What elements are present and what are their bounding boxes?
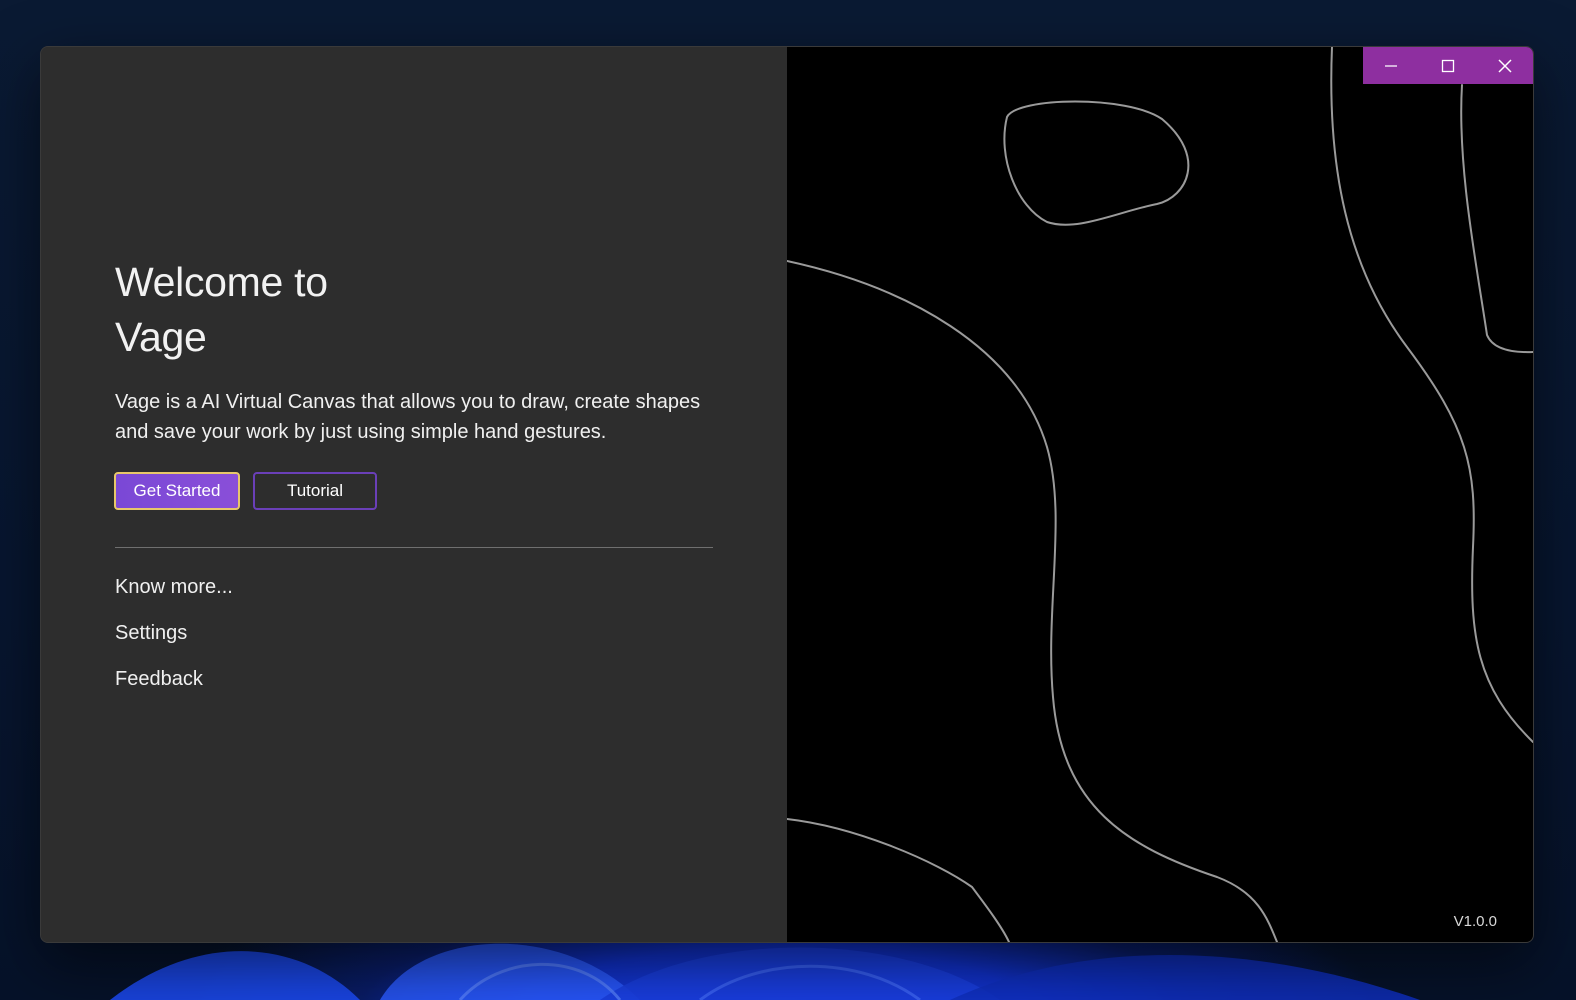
feedback-link[interactable]: Feedback: [115, 666, 203, 692]
contour-lines-illustration: [787, 47, 1533, 942]
maximize-icon: [1441, 59, 1455, 72]
app-description: Vage is a AI Virtual Canvas that allows …: [115, 391, 701, 443]
minimize-icon: [1385, 64, 1398, 67]
window-controls: [1363, 47, 1533, 84]
settings-link[interactable]: Settings: [115, 620, 187, 646]
close-button[interactable]: [1476, 47, 1533, 84]
minimize-button[interactable]: [1363, 47, 1420, 84]
version-label: V1.0.0: [1453, 913, 1497, 930]
know-more-link[interactable]: Know more...: [115, 574, 233, 600]
close-icon: [1498, 58, 1512, 73]
title-line-2: Vage: [115, 314, 207, 360]
get-started-button[interactable]: Get Started: [114, 472, 240, 510]
page-title: Welcome to Vage: [115, 255, 415, 365]
maximize-button[interactable]: [1420, 47, 1477, 84]
decorative-canvas-panel: V1.0.0: [787, 47, 1533, 942]
tutorial-button[interactable]: Tutorial: [253, 472, 377, 510]
app-window: Welcome to Vage Vage is a AI Virtual Can…: [40, 46, 1534, 943]
divider: [115, 547, 713, 548]
title-line-1: Welcome to: [115, 259, 328, 305]
welcome-panel: Welcome to Vage Vage is a AI Virtual Can…: [41, 47, 787, 942]
